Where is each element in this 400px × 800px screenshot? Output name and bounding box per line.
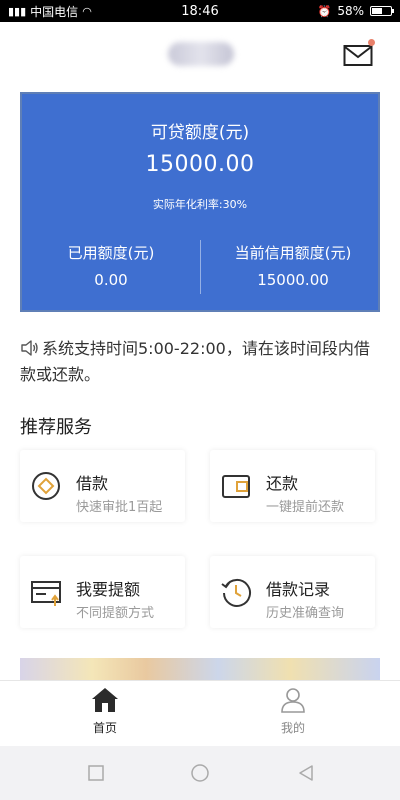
unread-dot bbox=[368, 39, 375, 46]
user-icon bbox=[281, 688, 305, 713]
current-credit-amount: 15000.00 bbox=[257, 271, 329, 289]
service-subtitle: 快速审批1百起 bbox=[76, 500, 163, 515]
used-credit-amount: 0.00 bbox=[94, 271, 128, 289]
tab-label: 我的 bbox=[280, 721, 305, 735]
service-loan[interactable]: 借款 快速审批1百起 bbox=[20, 450, 185, 522]
battery-level bbox=[372, 8, 383, 14]
service-title: 借款记录 bbox=[266, 580, 331, 599]
home-icon bbox=[92, 688, 118, 712]
status-time: 18:46 bbox=[181, 3, 219, 19]
blurred-page-title bbox=[168, 42, 234, 66]
service-subtitle: 历史准确查询 bbox=[266, 606, 345, 621]
annual-rate: 实际年化利率:30% bbox=[152, 198, 248, 211]
service-hours-notice: 系统支持时间5:00-22:00，请在该时间段内借款或还款。 bbox=[20, 336, 382, 388]
service-loan-history[interactable]: 借款记录 历史准确查询 bbox=[210, 556, 375, 628]
mail-button[interactable] bbox=[343, 39, 375, 68]
service-title: 借款 bbox=[76, 474, 109, 493]
used-credit-block: 已用额度(元) 0.00 bbox=[22, 242, 200, 289]
notice-text: 系统支持时间5:00-22:00，请在该时间段内借款或还款。 bbox=[20, 339, 370, 384]
alarm-icon: ⏰ bbox=[317, 4, 332, 18]
battery-icon bbox=[370, 6, 394, 16]
promo-banner[interactable] bbox=[20, 658, 380, 680]
tab-label: 首页 bbox=[92, 721, 117, 735]
service-title: 我要提额 bbox=[76, 580, 141, 599]
section-title: 推荐服务 bbox=[20, 417, 92, 438]
used-credit-label: 已用额度(元) bbox=[67, 244, 155, 262]
diamond-coin-icon bbox=[32, 472, 60, 500]
available-credit-amount: 15000.00 bbox=[145, 152, 255, 177]
recent-apps-icon[interactable] bbox=[86, 763, 106, 783]
service-raise-limit[interactable]: 我要提额 不同提额方式 bbox=[20, 556, 185, 628]
app-header bbox=[0, 22, 400, 88]
service-title: 还款 bbox=[266, 474, 299, 493]
speaker-icon bbox=[21, 340, 38, 356]
service-repay[interactable]: 还款 一键提前还款 bbox=[210, 450, 375, 522]
card-divider bbox=[200, 240, 201, 294]
mail-icon bbox=[343, 45, 373, 66]
tab-mine[interactable]: 我的 bbox=[253, 687, 333, 736]
system-nav-bar bbox=[0, 746, 400, 800]
card-up-icon bbox=[31, 581, 61, 606]
wifi-icon: ◠ bbox=[82, 4, 92, 18]
service-subtitle: 一键提前还款 bbox=[266, 500, 345, 515]
current-credit-block: 当前信用额度(元) 15000.00 bbox=[204, 242, 382, 289]
wallet-icon bbox=[222, 475, 250, 498]
tab-home[interactable]: 首页 bbox=[65, 687, 145, 736]
service-subtitle: 不同提额方式 bbox=[76, 606, 155, 621]
home-nav-icon[interactable] bbox=[190, 763, 210, 783]
back-icon[interactable] bbox=[296, 763, 316, 783]
signal-icon: ▮▮▮ bbox=[8, 4, 27, 18]
battery-percent: 58% bbox=[337, 4, 364, 18]
available-credit-label: 可贷额度(元) bbox=[150, 123, 250, 143]
current-credit-label: 当前信用额度(元) bbox=[234, 244, 352, 262]
status-bar: ▮▮▮ 中国电信 ◠ 18:46 ⏰ 58% bbox=[0, 0, 400, 22]
bottom-tab-bar: 首页 我的 bbox=[0, 680, 400, 746]
carrier-name: 中国电信 bbox=[30, 4, 79, 19]
history-clock-icon bbox=[221, 578, 251, 607]
credit-summary-card: 可贷额度(元) 15000.00 实际年化利率:30% 已用额度(元) 0.00… bbox=[20, 92, 380, 312]
